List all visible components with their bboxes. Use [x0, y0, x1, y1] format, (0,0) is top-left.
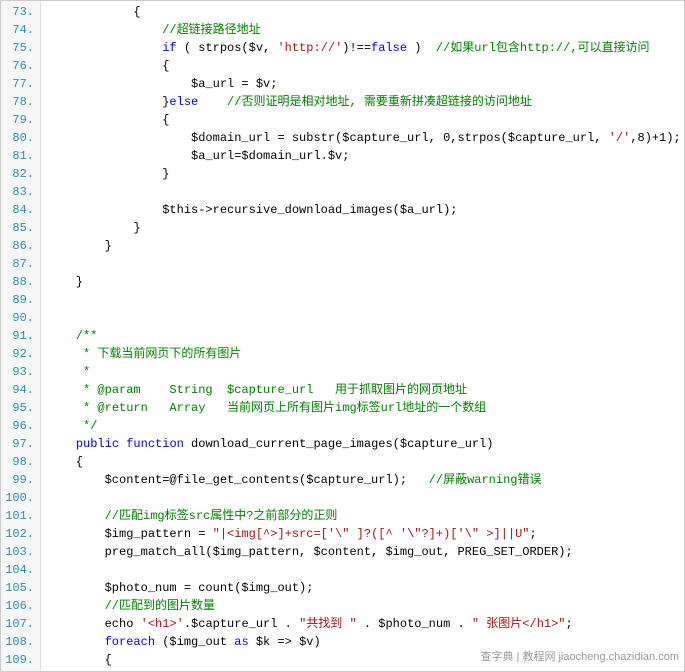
line-number: 76. — [5, 57, 34, 75]
code-line[interactable]: $photo_num = count($img_out); — [47, 579, 678, 597]
code-line[interactable]: }else //否则证明是相对地址, 需要重新拼凑超链接的访问地址 — [47, 93, 678, 111]
line-number: 109. — [5, 651, 34, 669]
code-line[interactable]: { — [47, 3, 678, 21]
code-line[interactable]: //超链接路径地址 — [47, 21, 678, 39]
code-line[interactable]: $a_url=$domain_url.$v; — [47, 147, 678, 165]
line-number: 90. — [5, 309, 34, 327]
line-number: 103. — [5, 543, 34, 561]
code-line[interactable]: { — [47, 57, 678, 75]
line-number: 86. — [5, 237, 34, 255]
code-line[interactable] — [47, 309, 678, 327]
code-line[interactable] — [47, 255, 678, 273]
line-number: 91. — [5, 327, 34, 345]
line-number: 82. — [5, 165, 34, 183]
line-gutter: 73.74.75.76.77.78.79.80.81.82.83.84.85.8… — [1, 1, 41, 671]
code-line[interactable]: } — [47, 219, 678, 237]
code-line[interactable]: $img_pattern = "|<img[^>]+src=['\" ]?([^… — [47, 525, 678, 543]
line-number: 78. — [5, 93, 34, 111]
line-number: 96. — [5, 417, 34, 435]
line-number: 95. — [5, 399, 34, 417]
code-line[interactable]: /** — [47, 327, 678, 345]
code-line[interactable]: } — [47, 273, 678, 291]
code-line[interactable] — [47, 561, 678, 579]
line-number: 100. — [5, 489, 34, 507]
line-number: 93. — [5, 363, 34, 381]
line-number: 84. — [5, 201, 34, 219]
code-line[interactable] — [47, 291, 678, 309]
code-line[interactable]: $this->recursive_download_images($a_url)… — [47, 201, 678, 219]
code-line[interactable]: } — [47, 237, 678, 255]
code-line[interactable]: { — [47, 453, 678, 471]
line-number: 108. — [5, 633, 34, 651]
line-number: 105. — [5, 579, 34, 597]
line-number: 75. — [5, 39, 34, 57]
code-line[interactable]: * @param String $capture_url 用于抓取图片的网页地址 — [47, 381, 678, 399]
code-line[interactable]: preg_match_all($img_pattern, $content, $… — [47, 543, 678, 561]
code-line[interactable]: * @return Array 当前网页上所有图片img标签url地址的一个数组 — [47, 399, 678, 417]
line-number: 77. — [5, 75, 34, 93]
code-line[interactable]: if ( strpos($v, 'http://')!==false ) //如… — [47, 39, 678, 57]
code-line[interactable]: * 下载当前网页下的所有图片 — [47, 345, 678, 363]
line-number: 97. — [5, 435, 34, 453]
code-line[interactable]: * — [47, 363, 678, 381]
code-line[interactable]: echo '<h1>'.$capture_url . "共找到 " . $pho… — [47, 615, 678, 633]
watermark: 查字典 | 教程网 jiaocheng.chazidian.com — [481, 648, 680, 664]
line-number: 99. — [5, 471, 34, 489]
code-line[interactable] — [47, 489, 678, 507]
line-number: 98. — [5, 453, 34, 471]
code-line[interactable]: //匹配到的图片数量 — [47, 597, 678, 615]
line-number: 102. — [5, 525, 34, 543]
line-number: 94. — [5, 381, 34, 399]
code-line[interactable]: public function download_current_page_im… — [47, 435, 678, 453]
line-number: 85. — [5, 219, 34, 237]
line-number: 80. — [5, 129, 34, 147]
line-number: 89. — [5, 291, 34, 309]
line-number: 73. — [5, 3, 34, 21]
code-editor: 73.74.75.76.77.78.79.80.81.82.83.84.85.8… — [0, 0, 685, 672]
code-line[interactable]: $domain_url = substr($capture_url, 0,str… — [47, 129, 678, 147]
code-line[interactable]: //匹配img标签src属性中?之前部分的正则 — [47, 507, 678, 525]
code-line[interactable]: $content=@file_get_contents($capture_url… — [47, 471, 678, 489]
line-number: 87. — [5, 255, 34, 273]
code-line[interactable] — [47, 183, 678, 201]
code-line[interactable]: } — [47, 165, 678, 183]
code-area[interactable]: { //超链接路径地址 if ( strpos($v, 'http://')!=… — [41, 1, 684, 671]
line-number: 106. — [5, 597, 34, 615]
line-number: 92. — [5, 345, 34, 363]
code-line[interactable]: { — [47, 111, 678, 129]
line-number: 101. — [5, 507, 34, 525]
line-number: 83. — [5, 183, 34, 201]
line-number: 81. — [5, 147, 34, 165]
line-number: 104. — [5, 561, 34, 579]
code-line[interactable]: $a_url = $v; — [47, 75, 678, 93]
line-number: 107. — [5, 615, 34, 633]
code-line[interactable]: */ — [47, 417, 678, 435]
line-number: 79. — [5, 111, 34, 129]
line-number: 74. — [5, 21, 34, 39]
line-number: 88. — [5, 273, 34, 291]
